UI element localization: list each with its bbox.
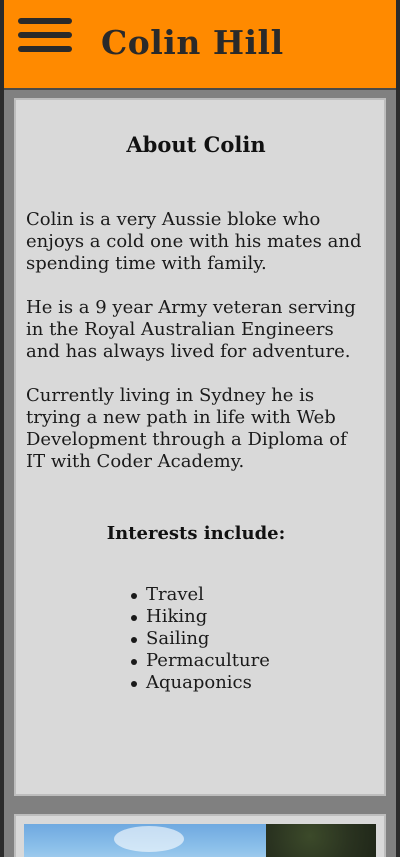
interest-item: Sailing: [131, 628, 366, 650]
about-card: About Colin Colin is a very Aussie bloke…: [14, 98, 386, 796]
menu-bar: [18, 18, 72, 24]
hamburger-menu-icon[interactable]: [18, 18, 72, 52]
site-title: Colin Hill: [101, 22, 284, 62]
site-header: Colin Hill: [4, 0, 396, 90]
photo-cloud: [114, 826, 184, 852]
interest-item: Aquaponics: [131, 672, 366, 694]
menu-bar: [18, 32, 72, 38]
about-heading: About Colin: [126, 132, 266, 157]
interest-item: Hiking: [131, 606, 366, 628]
interests-list: Travel Hiking Sailing Permaculture Aquap…: [26, 584, 366, 694]
photo-card: [14, 814, 386, 857]
interest-item: Permaculture: [131, 650, 366, 672]
about-paragraph: Colin is a very Aussie bloke who enjoys …: [26, 209, 362, 274]
about-paragraph: Currently living in Sydney he is trying …: [26, 385, 347, 472]
page: Colin Hill About Colin Colin is a very A…: [0, 0, 400, 857]
photo-tree: [266, 824, 376, 857]
menu-bar: [18, 46, 72, 52]
interest-item: Travel: [131, 584, 366, 606]
about-paragraph: He is a 9 year Army veteran serving in t…: [26, 297, 356, 362]
interests-heading: Interests include:: [106, 523, 286, 544]
landscape-photo: [24, 824, 376, 857]
